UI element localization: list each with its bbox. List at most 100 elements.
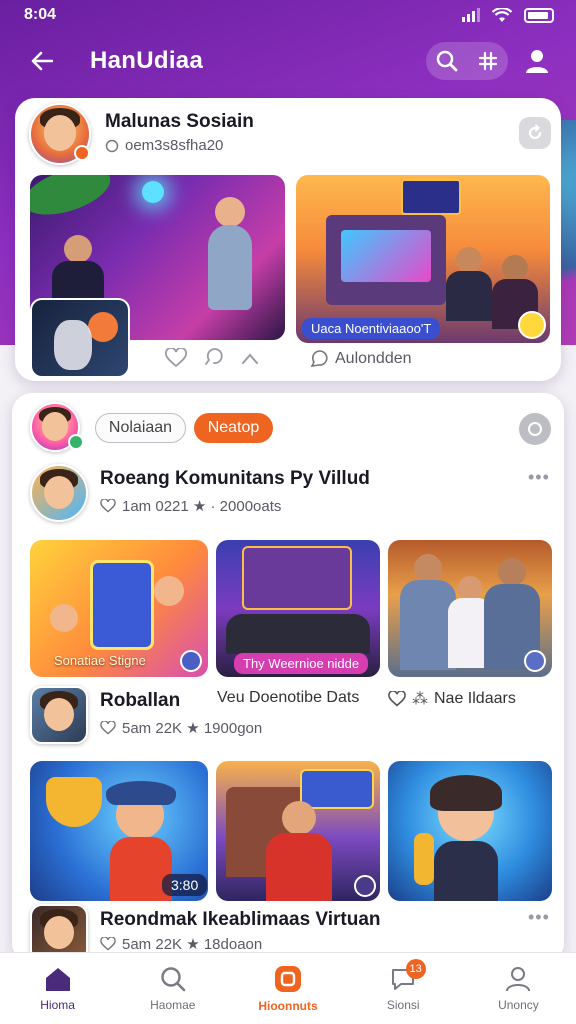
heart-outline-icon xyxy=(100,721,116,735)
post-author-name[interactable]: Malunas Sosiain xyxy=(105,111,254,133)
post-actions xyxy=(165,348,259,368)
group3-more-button[interactable]: ••• xyxy=(528,907,550,928)
man-figure xyxy=(282,801,316,835)
nav-creator-label: Hioonnuts xyxy=(258,998,318,1013)
nav-search-label: Haomae xyxy=(150,997,196,1012)
hand-shape xyxy=(54,320,92,370)
status-bar: 8:04 xyxy=(0,0,576,30)
verified-shield-icon xyxy=(524,650,546,672)
nav-profile-label: Unoncy xyxy=(498,997,539,1012)
comment-label: Aulondden xyxy=(335,350,412,367)
refresh-icon xyxy=(528,124,542,140)
roof-sign xyxy=(401,179,461,215)
group2-avatar[interactable] xyxy=(30,686,88,744)
status-time: 8:04 xyxy=(24,6,57,23)
group2-meta: 5am 22K ★ 1900gon xyxy=(100,719,262,737)
back-button[interactable] xyxy=(22,41,62,81)
group2-image-1[interactable]: 3:80 xyxy=(30,761,208,901)
group2-extra-text: Veu Doenotibe Dats xyxy=(217,689,359,707)
group1-image-1[interactable]: Sonatiae Stigne xyxy=(30,540,208,677)
heart-outline-icon xyxy=(100,499,116,513)
guitarist-figure xyxy=(502,255,528,281)
group1-avatar[interactable] xyxy=(30,464,88,522)
notification-count-badge: 13 xyxy=(405,959,426,979)
post-thumbnail-inset[interactable] xyxy=(30,298,130,378)
share-icon[interactable] xyxy=(241,351,259,365)
group1-image-2-caption: Thy Weernioe nidde xyxy=(234,653,369,674)
group1-meta: 1am 0221 ★ · 2000oats xyxy=(100,497,281,515)
speech-bubble-icon xyxy=(310,350,328,368)
heart-outline-icon xyxy=(388,691,406,707)
options-button[interactable] xyxy=(519,413,551,445)
comment-row[interactable]: Aulondden xyxy=(309,349,412,369)
girl-figure xyxy=(50,604,78,632)
family-figure-3 xyxy=(498,558,526,586)
sign-board xyxy=(300,769,374,809)
audience-row xyxy=(226,614,370,654)
comment-icon[interactable] xyxy=(203,348,225,368)
screen-sign xyxy=(341,230,431,282)
online-badge xyxy=(68,434,84,450)
group1-title[interactable]: Roeang Komunitans Py Villud xyxy=(100,468,370,490)
golden-statue xyxy=(414,833,434,885)
girl-body xyxy=(434,841,498,901)
crowd-figure xyxy=(64,235,92,263)
nav-profile[interactable]: Unoncy xyxy=(461,953,576,1024)
group1-image-3[interactable] xyxy=(388,540,552,677)
nav-home[interactable]: Hioma xyxy=(0,953,115,1024)
group2-extra-meta: ⁂ Nae Ildaars xyxy=(388,689,516,709)
search-icon xyxy=(161,966,186,991)
family-figure-1 xyxy=(414,554,442,582)
profile-icon xyxy=(506,966,531,991)
filter-pill-neatop[interactable]: Neatop xyxy=(194,413,273,443)
family-figure-2 xyxy=(458,576,482,600)
musician-figure xyxy=(456,247,482,273)
palm-leaf xyxy=(30,175,116,224)
stage-light xyxy=(142,181,164,203)
wifi-icon xyxy=(492,7,512,22)
filter-pill-nolaiaan[interactable]: Nolaiaan xyxy=(95,413,186,443)
group1-meta-text: 1am 0221 ★ · 2000oats xyxy=(122,498,282,515)
group2-title[interactable]: Roballan xyxy=(100,690,180,712)
group3-meta-text: 5am 22K ★ 18doaon xyxy=(122,936,263,953)
hall-building xyxy=(242,546,352,610)
app-title: HanUdiaa xyxy=(90,47,204,74)
kid-figure xyxy=(154,576,184,606)
filter-icon xyxy=(478,51,497,71)
group1-more-button[interactable]: ••• xyxy=(528,467,550,488)
boy-hat xyxy=(106,781,176,805)
refresh-button[interactable] xyxy=(519,117,551,149)
search-button[interactable] xyxy=(432,46,462,76)
emoji-sticker xyxy=(518,311,546,339)
group2-image-2[interactable] xyxy=(216,761,380,901)
app-bar: HanUdiaa xyxy=(0,36,576,86)
nav-search[interactable]: Haomae xyxy=(115,953,230,1024)
heart-icon[interactable] xyxy=(165,348,187,368)
group3-title[interactable]: Reondmak Ikeablimaas Virtuan xyxy=(100,909,381,931)
heart-outline-icon xyxy=(100,937,116,951)
performer-figure xyxy=(215,197,245,227)
nav-chat-label: Sionsi xyxy=(386,997,420,1012)
group3-meta: 5am 22K ★ 18doaon xyxy=(100,935,262,953)
arrow-left-icon xyxy=(31,51,53,71)
microphone-figure xyxy=(88,312,118,342)
group2-extra-meta-text: Nae Ildaars xyxy=(434,690,516,707)
group1-image-1-caption: Sonatiae Stigne xyxy=(54,653,146,668)
account-button[interactable] xyxy=(518,42,556,80)
search-icon xyxy=(436,50,457,72)
nav-chat[interactable]: 13 Sionsi xyxy=(346,953,461,1024)
group1-image-2[interactable]: Thy Weernioe nidde xyxy=(216,540,380,677)
play-badge-icon xyxy=(354,875,376,897)
home-icon xyxy=(45,967,70,991)
sparkle-icon: ⁂ xyxy=(412,691,428,708)
signal-icon xyxy=(462,8,480,22)
clock-icon xyxy=(105,139,119,152)
featured-post-card: Malunas Sosiain oem3s8sfha20 Uaca Noenti… xyxy=(15,98,561,381)
creator-icon xyxy=(275,965,301,992)
group2-image-3[interactable] xyxy=(388,761,552,901)
filter-button[interactable] xyxy=(473,46,503,76)
arcade-machine xyxy=(90,560,154,650)
post-image-plaza[interactable]: Uaca Noentiviaaoo'T xyxy=(296,175,550,343)
nav-home-label: Hioma xyxy=(40,997,75,1012)
nav-creator[interactable]: Hioonnuts xyxy=(230,953,345,1024)
